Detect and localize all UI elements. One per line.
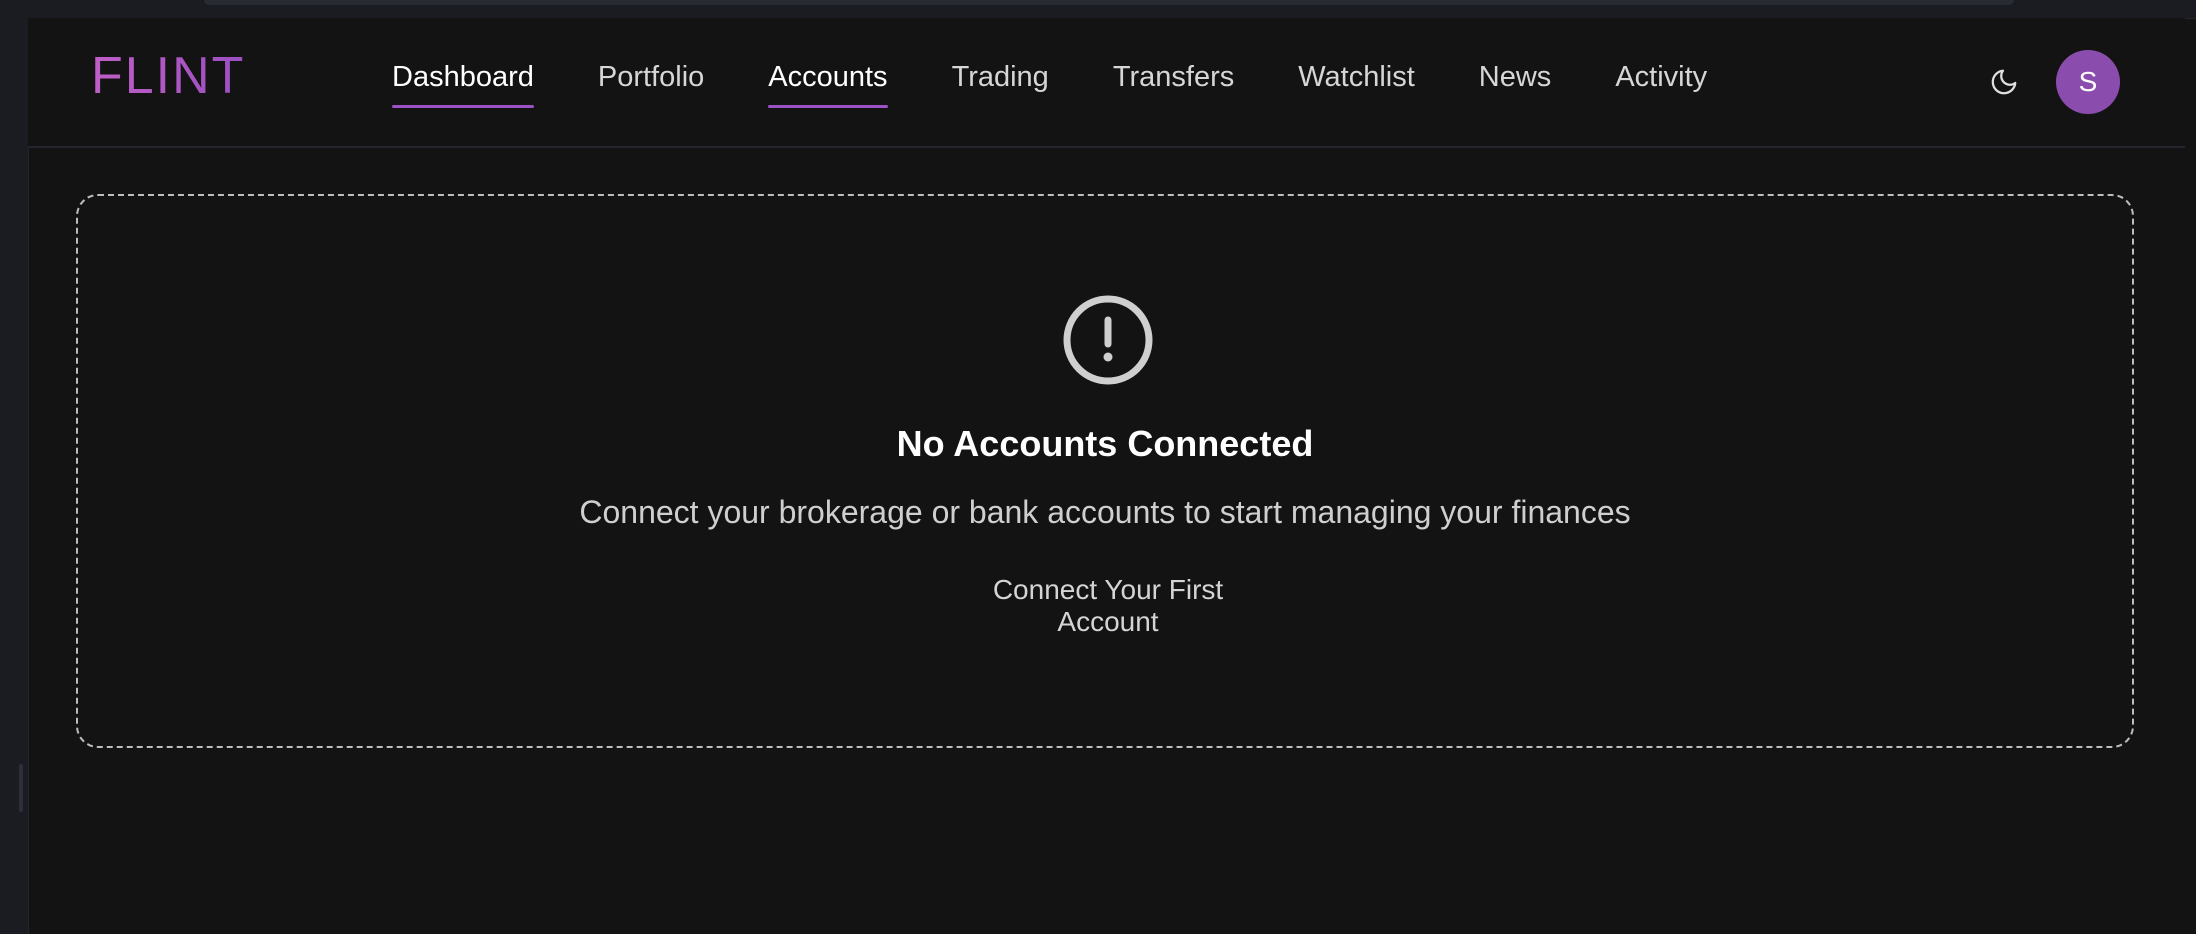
connect-first-account-button[interactable]: Connect Your First Account	[948, 574, 1268, 637]
nav-accounts[interactable]: Accounts	[768, 63, 888, 108]
alert-circle-icon	[1063, 295, 1153, 385]
nav-trading[interactable]: Trading	[952, 63, 1049, 92]
browser-top-strip	[28, 0, 2196, 19]
left-gutter	[0, 0, 29, 934]
empty-state-description: Connect your brokerage or bank accounts …	[579, 494, 1631, 530]
user-avatar[interactable]: S	[2056, 50, 2120, 114]
top-scroll-strip	[204, 0, 2014, 5]
moon-icon	[1991, 69, 2017, 95]
main-nav: Dashboard Portfolio Accounts Trading Tra…	[392, 63, 1771, 108]
empty-state-title: No Accounts Connected	[896, 423, 1314, 464]
empty-state-card: No Accounts Connected Connect your broke…	[76, 194, 2134, 748]
app-window: FLINT Dashboard Portfolio Accounts Tradi…	[0, 0, 2196, 934]
nav-portfolio[interactable]: Portfolio	[598, 63, 704, 92]
nav-activity[interactable]: Activity	[1615, 63, 1707, 92]
nav-news[interactable]: News	[1479, 63, 1552, 92]
nav-watchlist[interactable]: Watchlist	[1298, 63, 1415, 92]
theme-toggle-button[interactable]	[1984, 62, 2024, 102]
app-logo[interactable]: FLINT	[91, 50, 245, 102]
nav-dashboard[interactable]: Dashboard	[392, 63, 534, 108]
resize-handle[interactable]	[19, 764, 23, 812]
nav-transfers[interactable]: Transfers	[1113, 63, 1234, 92]
top-navbar: FLINT Dashboard Portfolio Accounts Tradi…	[28, 18, 2185, 148]
